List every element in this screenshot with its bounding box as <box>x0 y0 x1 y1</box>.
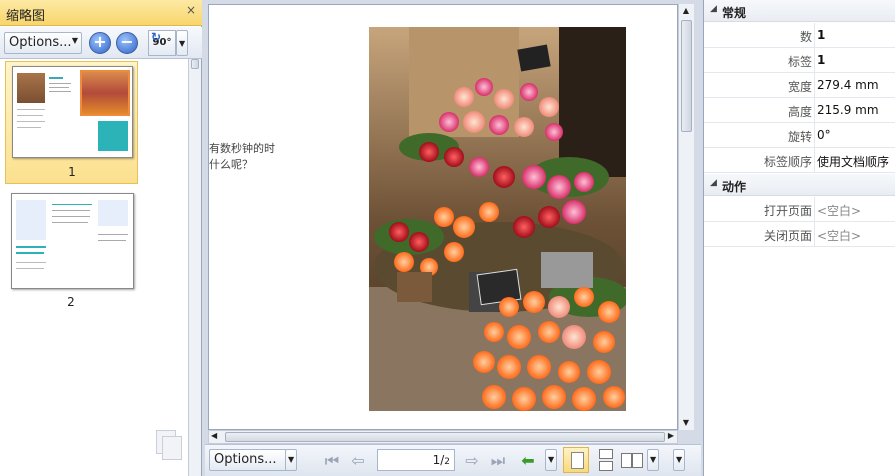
thumbnail-image <box>12 66 133 158</box>
scroll-thumb[interactable] <box>681 20 692 132</box>
property-key: 标签 <box>787 55 812 69</box>
previous-page-icon[interactable]: ⇦ <box>347 451 369 471</box>
section-general-title: 常规 <box>722 6 747 20</box>
thumbnails-options-label: Options... <box>9 35 72 50</box>
page-icon <box>571 452 584 469</box>
property-row[interactable]: 宽度 279.4 mm <box>704 73 895 98</box>
page-number-field[interactable]: 1/2 <box>377 449 455 471</box>
property-row[interactable]: 旋转 0° <box>704 123 895 148</box>
scroll-left-arrow-icon[interactable]: ◀ <box>211 431 217 440</box>
property-value: 1 <box>817 53 826 67</box>
property-key: 旋转 <box>787 130 812 144</box>
property-row[interactable]: 标签 1 <box>704 48 895 73</box>
document-text: 有数秒钟的时 什么呢？ <box>209 141 275 173</box>
pages-icon <box>156 430 186 464</box>
property-row[interactable]: 关闭页面 <空白> <box>704 222 895 247</box>
next-page-icon[interactable]: ⇨ <box>461 451 483 471</box>
go-back-dropdown[interactable]: ▼ <box>545 449 557 471</box>
page-icon <box>621 453 632 468</box>
page-current: 1 <box>432 453 441 467</box>
close-icon[interactable]: × <box>186 3 196 17</box>
thumbnail-page-2[interactable] <box>11 193 134 289</box>
page-icon <box>599 461 613 471</box>
page-icon <box>599 449 613 459</box>
continuous-view-button[interactable] <box>595 449 617 471</box>
thumbnail-page-1[interactable]: 1 <box>5 61 138 184</box>
section-actions-header[interactable]: ◢ 动作 <box>704 174 895 196</box>
scroll-down-arrow-icon[interactable]: ▼ <box>679 416 693 430</box>
property-key: 高度 <box>787 105 812 119</box>
chevron-down-icon: ▼ <box>548 455 555 464</box>
last-page-icon[interactable]: ⏭ <box>487 451 509 471</box>
flower-photo <box>369 27 626 411</box>
thumbnails-panel-title: 缩略图 <box>6 9 46 24</box>
chevron-down-icon: ▼ <box>288 455 295 464</box>
property-value: 279.4 mm <box>817 78 879 92</box>
property-key: 宽度 <box>787 80 812 94</box>
property-value: 使用文档顺序 <box>817 155 890 169</box>
thumbnails-scrollbar[interactable] <box>188 59 201 476</box>
section-general-header[interactable]: ◢ 常规 <box>704 0 895 22</box>
rotate-dropdown[interactable]: ▼ <box>176 30 188 56</box>
scroll-right-arrow-icon[interactable]: ▶ <box>668 431 674 440</box>
first-page-icon[interactable]: ⏮ <box>321 451 343 471</box>
collapse-triangle-icon: ◢ <box>710 4 717 14</box>
chevron-down-icon: ▼ <box>650 455 657 464</box>
collapse-triangle-icon: ◢ <box>710 178 717 188</box>
property-value: 1 <box>817 28 826 42</box>
page-total: 2 <box>444 457 450 467</box>
plus-icon: + <box>93 32 107 51</box>
property-row[interactable]: 数 1 <box>704 23 895 48</box>
property-row[interactable]: 标签顺序 使用文档顺序 <box>704 148 895 173</box>
facing-view-button[interactable] <box>619 451 645 469</box>
scroll-up-arrow-icon[interactable]: ▲ <box>679 4 693 18</box>
go-back-icon[interactable]: ⬅ <box>517 451 539 471</box>
document-text-line: 什么呢？ <box>209 158 253 171</box>
property-key: 关闭页面 <box>763 229 812 243</box>
chevron-down-icon: ▼ <box>179 39 186 48</box>
thumbnail-page-number: 2 <box>67 295 75 309</box>
thumbnails-panel: 缩略图 × Options... ▼ + − ↻ 90° ▼ 1 2 <box>0 0 202 476</box>
property-row[interactable]: 高度 215.9 mm <box>704 98 895 123</box>
document-vertical-scrollbar[interactable]: ▲ ▼ <box>678 4 694 430</box>
thumbnails-panel-header: 缩略图 × <box>0 0 202 26</box>
chevron-down-icon: ▼ <box>71 36 78 45</box>
scroll-thumb[interactable] <box>225 432 665 442</box>
thumbnails-toolbar: Options... ▼ + − ↻ 90° ▼ <box>0 27 202 59</box>
property-value: <空白> <box>817 204 862 218</box>
rotate-button[interactable]: ↻ 90° <box>148 30 176 56</box>
document-toolbar: Options... ▼ ⏮ ⇦ 1/2 ⇨ ⏭ ⬅ ▼ ▼ ▼ <box>205 444 701 476</box>
document-view[interactable]: 有数秒钟的时 什么呢？ <box>208 4 678 430</box>
property-value: 215.9 mm <box>817 103 879 117</box>
document-horizontal-scrollbar[interactable]: ◀ ▶ <box>208 430 678 444</box>
document-options-chevron[interactable]: ▼ <box>285 449 297 471</box>
properties-panel: ◢ 常规 数 1 标签 1 宽度 279.4 mm 高度 215.9 mm 旋转… <box>703 0 895 476</box>
property-key: 打开页面 <box>763 204 812 218</box>
property-key: 标签顺序 <box>763 155 812 169</box>
property-row[interactable]: 打开页面 <空白> <box>704 197 895 222</box>
document-options-label: Options... <box>214 452 277 467</box>
zoom-out-button[interactable]: − <box>116 32 138 54</box>
property-value: 0° <box>817 128 831 142</box>
single-page-view-button[interactable] <box>563 447 589 473</box>
more-dropdown[interactable]: ▼ <box>673 449 685 471</box>
property-key: 数 <box>799 30 812 44</box>
zoom-in-button[interactable]: + <box>89 32 111 54</box>
section-actions-title: 动作 <box>722 180 747 194</box>
property-value: <空白> <box>817 229 862 243</box>
page-icon <box>632 453 643 468</box>
flower-photo-art <box>369 27 626 411</box>
thumbnail-page-number: 1 <box>68 165 76 179</box>
view-mode-dropdown[interactable]: ▼ <box>647 449 659 471</box>
scroll-up-arrow-icon[interactable] <box>191 59 199 69</box>
chevron-down-icon: ▼ <box>676 455 683 464</box>
document-options-dropdown[interactable]: Options... <box>209 449 287 471</box>
thumbnails-options-dropdown[interactable]: Options... ▼ <box>4 32 82 54</box>
rotate-icon: ↻ <box>151 30 162 44</box>
minus-icon: − <box>120 32 134 51</box>
document-text-line: 有数秒钟的时 <box>209 142 275 155</box>
